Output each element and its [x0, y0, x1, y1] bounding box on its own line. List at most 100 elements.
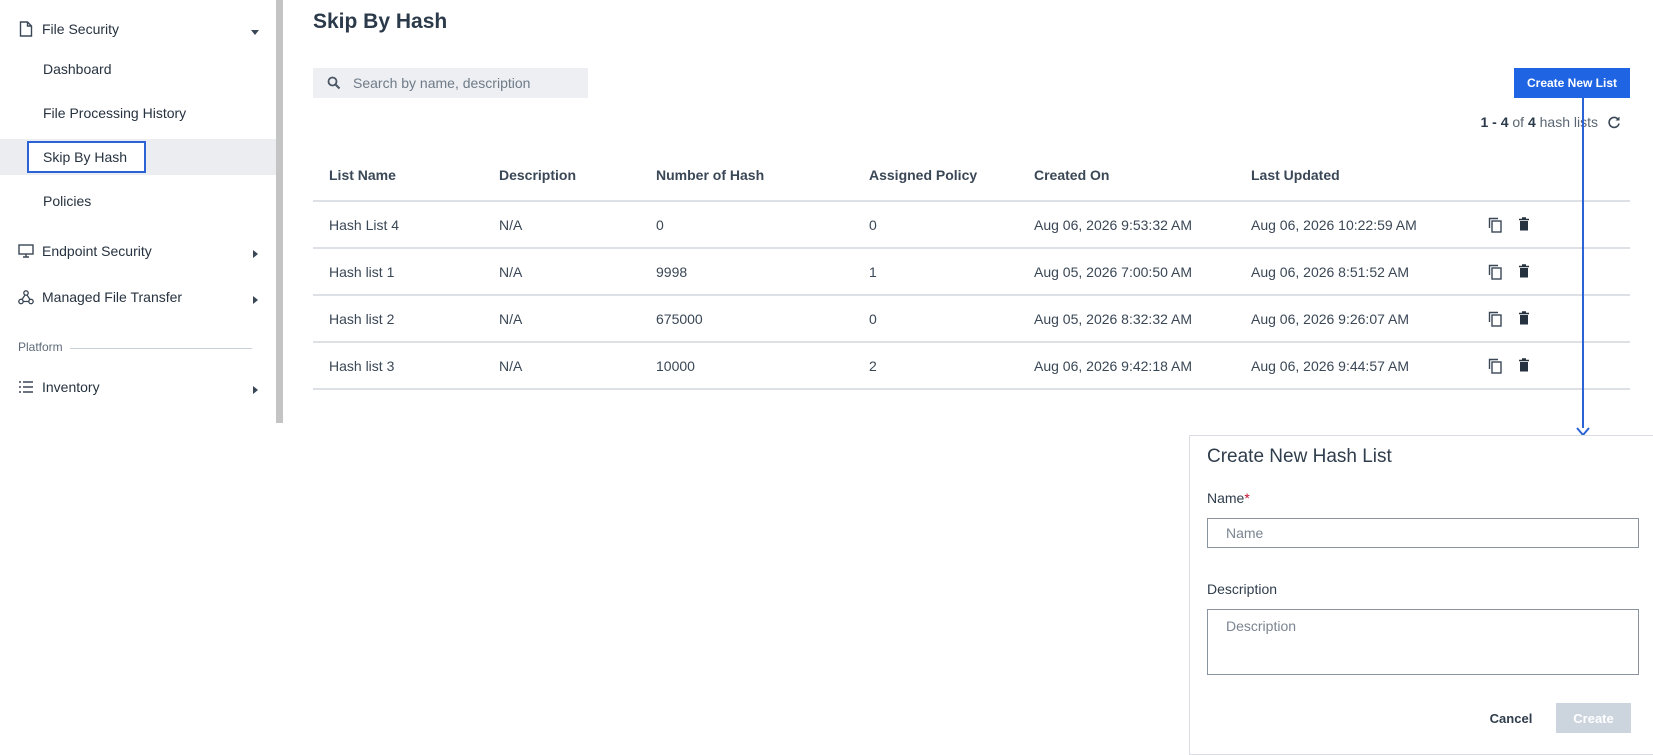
count-suffix: hash lists [1539, 114, 1598, 130]
cell-last-updated: Aug 06, 2026 9:44:57 AM [1251, 342, 1488, 390]
cell-list-name: Hash list 3 [313, 342, 499, 390]
cell-description: N/A [499, 342, 656, 390]
nav-group-label: Inventory [42, 379, 100, 395]
trash-icon[interactable] [1518, 263, 1534, 280]
cell-number-of-hash: 10000 [656, 342, 869, 390]
page-title: Skip By Hash [313, 10, 448, 33]
share-nodes-icon [18, 289, 34, 305]
cell-assigned-policy: 0 [869, 295, 1034, 343]
connector-line [1582, 98, 1584, 428]
copy-icon[interactable] [1488, 358, 1504, 374]
cell-last-updated: Aug 06, 2026 10:22:59 AM [1251, 201, 1488, 249]
copy-icon[interactable] [1488, 311, 1504, 327]
caret-right-icon [250, 292, 260, 304]
cell-description: N/A [499, 248, 656, 296]
create-new-list-button[interactable]: Create New List [1514, 68, 1630, 98]
caret-right-icon [250, 382, 260, 394]
sidebar-item-label: Dashboard [43, 61, 112, 77]
table-row[interactable]: Hash list 2 N/A 675000 0 Aug 05, 2026 8:… [313, 295, 1630, 343]
cell-description: N/A [499, 295, 656, 343]
search-input[interactable] [353, 68, 583, 98]
description-field[interactable] [1207, 609, 1639, 675]
cell-list-name: Hash List 4 [313, 201, 499, 249]
section-label-platform: Platform [18, 340, 63, 354]
column-header-number-of-hash[interactable]: Number of Hash [656, 149, 869, 202]
sidebar-item-label: File Processing History [43, 105, 187, 121]
cell-actions [1488, 201, 1630, 249]
column-header-last-updated[interactable]: Last Updated [1251, 149, 1488, 202]
nav-group-inventory[interactable]: Inventory [0, 365, 276, 409]
table-row[interactable]: Hash list 1 N/A 9998 1 Aug 05, 2026 7:00… [313, 248, 1630, 296]
cell-created-on: Aug 06, 2026 9:42:18 AM [1034, 342, 1251, 390]
nav-group-managed-file-transfer[interactable]: Managed File Transfer [0, 275, 276, 319]
copy-icon[interactable] [1488, 264, 1504, 280]
sidebar: File Security Dashboard File Processing … [0, 0, 283, 423]
cell-assigned-policy: 1 [869, 248, 1034, 296]
search-icon [327, 76, 341, 90]
create-hash-list-dialog: Create New Hash List Name* Description C… [1189, 435, 1653, 755]
result-count: 1 - 4 of 4 hash lists [1480, 114, 1598, 130]
sidebar-scrollbar[interactable] [276, 0, 283, 423]
name-label: Name* [1207, 490, 1250, 506]
cell-actions [1488, 248, 1630, 296]
trash-icon[interactable] [1518, 310, 1534, 327]
caret-down-icon [250, 24, 260, 35]
column-header-assigned-policy[interactable]: Assigned Policy [869, 149, 1034, 202]
hash-list-table: List Name Description Number of Hash Ass… [313, 149, 1630, 390]
nav-group-endpoint-security[interactable]: Endpoint Security [0, 229, 276, 273]
cell-created-on: Aug 05, 2026 7:00:50 AM [1034, 248, 1251, 296]
dialog-title: Create New Hash List [1207, 446, 1392, 467]
cell-last-updated: Aug 06, 2026 9:26:07 AM [1251, 295, 1488, 343]
description-label: Description [1207, 581, 1278, 597]
name-field[interactable] [1207, 518, 1639, 548]
file-icon [18, 21, 34, 37]
trash-icon[interactable] [1518, 216, 1534, 233]
cell-last-updated: Aug 06, 2026 8:51:52 AM [1251, 248, 1488, 296]
cancel-button[interactable]: Cancel [1481, 703, 1541, 733]
count-range: 1 - 4 [1480, 114, 1509, 130]
column-header-description[interactable]: Description [499, 149, 656, 202]
count-of: of [1512, 114, 1525, 130]
cell-number-of-hash: 675000 [656, 295, 869, 343]
nav-group-label: Endpoint Security [42, 243, 152, 259]
copy-icon[interactable] [1488, 217, 1504, 233]
column-header-actions [1488, 149, 1630, 202]
monitor-icon [18, 243, 34, 259]
cell-list-name: Hash list 1 [313, 248, 499, 296]
nav-group-label: File Security [42, 21, 120, 37]
arrow-down-icon [1575, 424, 1591, 437]
column-header-list-name[interactable]: List Name [313, 149, 499, 202]
cell-assigned-policy: 2 [869, 342, 1034, 390]
caret-right-icon [250, 246, 260, 258]
sidebar-item-dashboard[interactable]: Dashboard [0, 51, 276, 87]
cell-created-on: Aug 05, 2026 8:32:32 AM [1034, 295, 1251, 343]
cell-number-of-hash: 0 [656, 201, 869, 249]
table-row[interactable]: Hash List 4 N/A 0 0 Aug 06, 2026 9:53:32… [313, 201, 1630, 249]
table-header-row: List Name Description Number of Hash Ass… [313, 149, 1630, 202]
sidebar-item-policies[interactable]: Policies [0, 183, 276, 219]
nav-group-label: Managed File Transfer [42, 289, 183, 305]
cell-list-name: Hash list 2 [313, 295, 499, 343]
refresh-icon[interactable] [1607, 115, 1623, 131]
required-mark: * [1244, 490, 1250, 506]
cell-actions [1488, 295, 1630, 343]
cell-description: N/A [499, 201, 656, 249]
cell-assigned-policy: 0 [869, 201, 1034, 249]
trash-icon[interactable] [1518, 357, 1534, 374]
section-divider [70, 348, 252, 349]
cell-number-of-hash: 9998 [656, 248, 869, 296]
cell-created-on: Aug 06, 2026 9:53:32 AM [1034, 201, 1251, 249]
sidebar-item-label: Policies [43, 193, 92, 209]
nav-group-file-security[interactable]: File Security [0, 7, 276, 51]
count-total: 4 [1527, 114, 1536, 130]
sidebar-item-file-processing-history[interactable]: File Processing History [0, 95, 276, 131]
create-button[interactable]: Create [1556, 703, 1631, 733]
list-icon [18, 379, 34, 395]
column-header-created-on[interactable]: Created On [1034, 149, 1251, 202]
search-box [313, 68, 588, 98]
cell-actions [1488, 342, 1630, 390]
name-label-text: Name [1207, 490, 1245, 506]
sidebar-item-skip-by-hash[interactable]: Skip By Hash [0, 139, 276, 175]
table-row[interactable]: Hash list 3 N/A 10000 2 Aug 06, 2026 9:4… [313, 342, 1630, 390]
sidebar-item-label: Skip By Hash [43, 149, 128, 165]
